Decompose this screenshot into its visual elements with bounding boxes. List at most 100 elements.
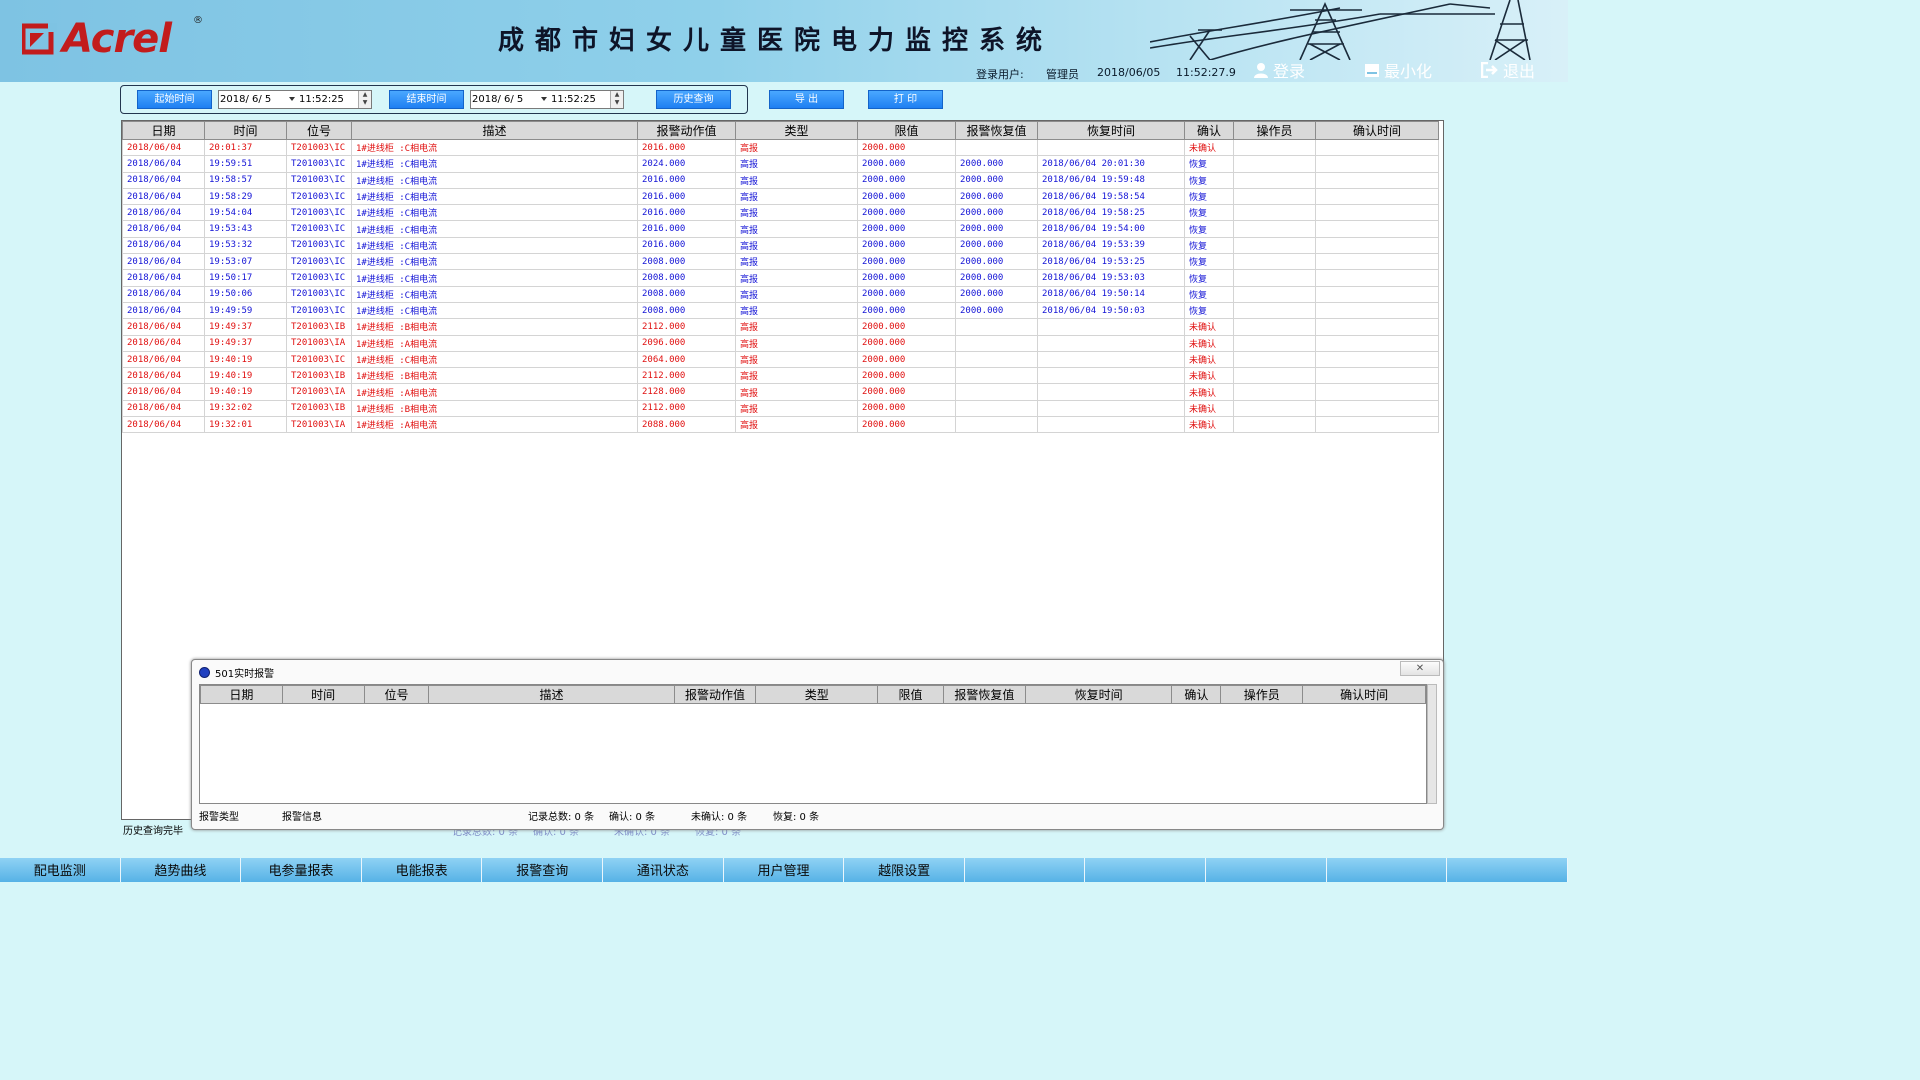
table-row[interactable]: 2018/06/04 19:50:06 T201003\IC 1#进线柜 :C相电流 2…	[122, 285, 1439, 303]
table-cell: 2018/06/04	[122, 236, 205, 255]
column-header[interactable]: 位号	[286, 121, 352, 140]
start-time-button[interactable]: 起始时间	[137, 90, 212, 109]
table-cell: 2018/06/04	[122, 269, 205, 287]
nav-tab[interactable]: 配电监测	[0, 858, 121, 882]
column-header[interactable]: 位号	[363, 685, 430, 704]
table-row[interactable]: 2018/06/04 19:32:01 T201003\IA 1#进线柜 :A相电流 2…	[122, 416, 1439, 434]
export-button[interactable]: 导 出	[769, 90, 844, 109]
table-cell: 2112.000	[637, 318, 736, 336]
table-row[interactable]: 2018/06/04 19:40:19 T201003\IB 1#进线柜 :B相电流 2…	[122, 367, 1439, 385]
nav-tab[interactable]: 用户管理	[724, 858, 845, 882]
nav-tab[interactable]: 通讯状态	[603, 858, 724, 882]
table-cell: 19:58:57	[204, 171, 287, 189]
column-header[interactable]: 确认	[1171, 685, 1222, 704]
column-header[interactable]: 类型	[735, 121, 858, 140]
history-query-button[interactable]: 历史查询	[656, 90, 731, 109]
table-cell: 高报	[735, 383, 858, 401]
table-cell	[955, 399, 1038, 418]
table-row[interactable]: 2018/06/04 19:32:02 T201003\IB 1#进线柜 :B相电流 2…	[122, 399, 1439, 418]
table-row[interactable]: 2018/06/04 19:50:17 T201003\IC 1#进线柜 :C相电流 2…	[122, 269, 1439, 287]
nav-tab[interactable]: 越限设置	[844, 858, 965, 882]
table-cell	[1233, 334, 1316, 352]
vertical-scrollbar[interactable]	[1427, 684, 1437, 804]
realtime-alarm-table[interactable]: 日期 时间 位号 描述 报警动作值 类型 限值 报警恢复值 恢复时间 确认 操作员 确认时间	[199, 684, 1427, 804]
table-row[interactable]: 2018/06/04 19:54:04 T201003\IC 1#进线柜 :C相电流 2…	[122, 204, 1439, 222]
column-header[interactable]: 限值	[857, 121, 956, 140]
table-row[interactable]: 2018/06/04 19:58:57 T201003\IC 1#进线柜 :C相电流 2…	[122, 171, 1439, 189]
column-header[interactable]: 确认时间	[1315, 121, 1439, 140]
table-cell: 2018/06/04	[122, 350, 205, 369]
table-row[interactable]: 2018/06/04 19:58:29 T201003\IC 1#进线柜 :C相电流 2…	[122, 187, 1439, 206]
realtime-alarm-window[interactable]: 501实时报警 ✕ 日期 时间 位号 描述 报警动作值 类型 限值 报警恢复值 恢复时间 确认 操作…	[191, 659, 1444, 830]
table-cell: 1#进线柜 :C相电流	[351, 253, 638, 271]
close-icon[interactable]: ✕	[1400, 661, 1440, 676]
chevron-down-icon[interactable]	[541, 97, 547, 101]
print-button[interactable]: 打 印	[868, 90, 943, 109]
table-row[interactable]: 2018/06/04 19:49:37 T201003\IA 1#进线柜 :A相电流 2…	[122, 334, 1439, 352]
table-cell	[1315, 171, 1439, 189]
nav-tab[interactable]: 报警查询	[482, 858, 604, 882]
table-cell: 高报	[735, 350, 858, 369]
table-cell	[1315, 416, 1439, 434]
spin-up-icon[interactable]: ▲	[611, 91, 623, 99]
column-header[interactable]: 报警恢复值	[955, 121, 1038, 140]
login-button[interactable]: 登录	[1253, 59, 1305, 81]
table-row[interactable]: 2018/06/04 19:49:37 T201003\IB 1#进线柜 :B相电流 2…	[122, 318, 1439, 336]
spin-down-icon[interactable]: ▼	[611, 99, 623, 107]
table-cell: 2000.000	[857, 383, 956, 401]
column-header[interactable]: 时间	[204, 121, 287, 140]
start-datetime-picker[interactable]: 2018/ 6/ 5 11:52:25 ▲ ▼	[218, 90, 372, 109]
column-header[interactable]: 时间	[281, 685, 365, 704]
table-row[interactable]: 2018/06/04 19:53:32 T201003\IC 1#进线柜 :C相电流 2…	[122, 236, 1439, 255]
column-header[interactable]: 确认	[1184, 121, 1234, 140]
column-header[interactable]: 日期	[200, 685, 283, 704]
table-cell	[1315, 383, 1439, 401]
nav-tab[interactable]: 趋势曲线	[121, 858, 242, 882]
column-header[interactable]: 报警恢复值	[942, 685, 1026, 704]
table-row[interactable]: 2018/06/04 19:53:43 T201003\IC 1#进线柜 :C相电流 2…	[122, 220, 1439, 238]
column-header[interactable]: 操作员	[1233, 121, 1316, 140]
table-cell	[1233, 220, 1316, 238]
nav-tab[interactable]: 电参量报表	[241, 858, 362, 882]
table-row[interactable]: 2018/06/04 19:40:19 T201003\IC 1#进线柜 :C相电流 2…	[122, 350, 1439, 369]
column-header[interactable]: 类型	[755, 685, 879, 704]
exit-button[interactable]: 退出	[1481, 59, 1535, 81]
start-time-spinner[interactable]: ▲ ▼	[358, 91, 371, 108]
table-cell	[1315, 187, 1439, 206]
end-datetime-picker[interactable]: 2018/ 6/ 5 11:52:25 ▲ ▼	[470, 90, 624, 109]
table-cell	[1233, 383, 1316, 401]
table-cell: T201003\IC	[286, 204, 352, 222]
end-time-spinner[interactable]: ▲ ▼	[610, 91, 623, 108]
chevron-down-icon[interactable]	[289, 97, 295, 101]
column-header[interactable]: 描述	[428, 685, 675, 704]
table-cell: 2016.000	[637, 204, 736, 222]
table-cell: 高报	[735, 301, 858, 320]
minimize-button[interactable]: 最小化	[1364, 59, 1432, 81]
end-time-button[interactable]: 结束时间	[389, 90, 464, 109]
table-cell: 未确认	[1184, 399, 1234, 418]
table-cell: 2018/06/04	[122, 383, 205, 401]
spin-up-icon[interactable]: ▲	[359, 91, 371, 99]
column-header[interactable]: 限值	[877, 685, 944, 704]
table-row[interactable]: 2018/06/04 19:40:19 T201003\IA 1#进线柜 :A相电流 2…	[122, 383, 1439, 401]
current-time: 11:52:27.9	[1176, 66, 1236, 79]
column-header[interactable]: 恢复时间	[1037, 121, 1185, 140]
column-header[interactable]: 报警动作值	[673, 685, 757, 704]
table-cell	[1233, 301, 1316, 320]
column-header[interactable]: 确认时间	[1302, 685, 1426, 704]
column-header[interactable]: 操作员	[1220, 685, 1304, 704]
column-header[interactable]: 报警动作值	[637, 121, 736, 140]
table-row[interactable]: 2018/06/04 19:59:51 T201003\IC 1#进线柜 :C相电流 2…	[122, 155, 1439, 173]
column-header[interactable]: 描述	[351, 121, 638, 140]
nav-tab[interactable]: 电能报表	[362, 858, 483, 882]
table-row[interactable]: 2018/06/04 19:49:59 T201003\IC 1#进线柜 :C相电流 2…	[122, 301, 1439, 320]
table-cell	[1315, 220, 1439, 238]
spin-down-icon[interactable]: ▼	[359, 99, 371, 107]
table-row[interactable]: 2018/06/04 19:53:07 T201003\IC 1#进线柜 :C相电流 2…	[122, 253, 1439, 271]
table-cell: 未确认	[1184, 334, 1234, 352]
table-cell: 19:40:19	[204, 383, 287, 401]
table-row[interactable]: 2018/06/04 20:01:37 T201003\IC 1#进线柜 :C相电流 2…	[122, 138, 1439, 157]
column-header[interactable]: 日期	[122, 121, 205, 140]
table-cell: 2018/06/04 19:59:48	[1037, 171, 1185, 189]
column-header[interactable]: 恢复时间	[1024, 685, 1173, 704]
